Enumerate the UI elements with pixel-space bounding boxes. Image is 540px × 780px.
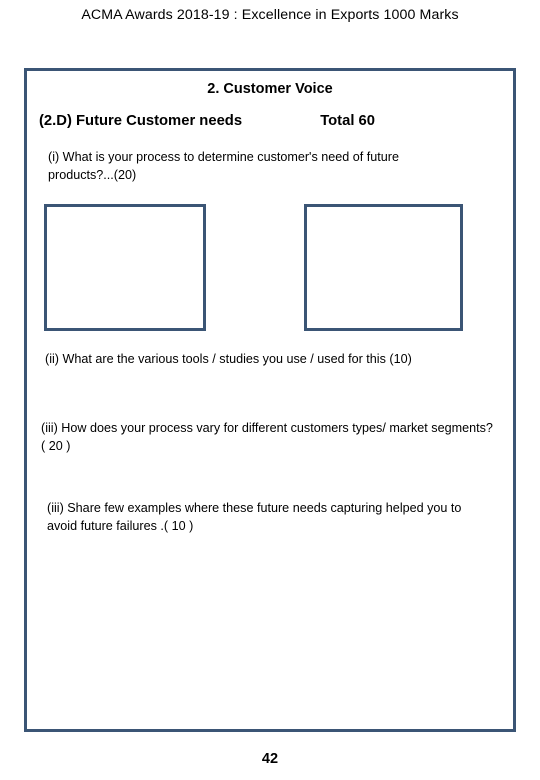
- subsection-label: (2.D) Future Customer needs: [39, 113, 243, 129]
- question-ii-text: (ii) What are the various tools / studie…: [45, 352, 412, 366]
- section-frame: 2. Customer Voice (2.D) Future Customer …: [24, 68, 516, 732]
- question-iii-text: (iii) How does your process vary for dif…: [41, 421, 493, 453]
- question-iii-b-text: (iii) Share few examples where these fut…: [47, 501, 462, 533]
- subsection-heading-row: (2.D) Future Customer needs Total 60: [39, 113, 501, 129]
- answer-box-right[interactable]: [304, 204, 463, 331]
- question-i-text: (i) What is your process to determine cu…: [48, 150, 399, 182]
- page-number: 42: [261, 751, 279, 767]
- page-title: ACMA Awards 2018-19 : Excellence in Expo…: [81, 7, 459, 23]
- section-heading: 2. Customer Voice: [207, 81, 333, 97]
- subsection-total-marks: Total 60: [320, 113, 376, 129]
- answer-box-left[interactable]: [44, 204, 206, 331]
